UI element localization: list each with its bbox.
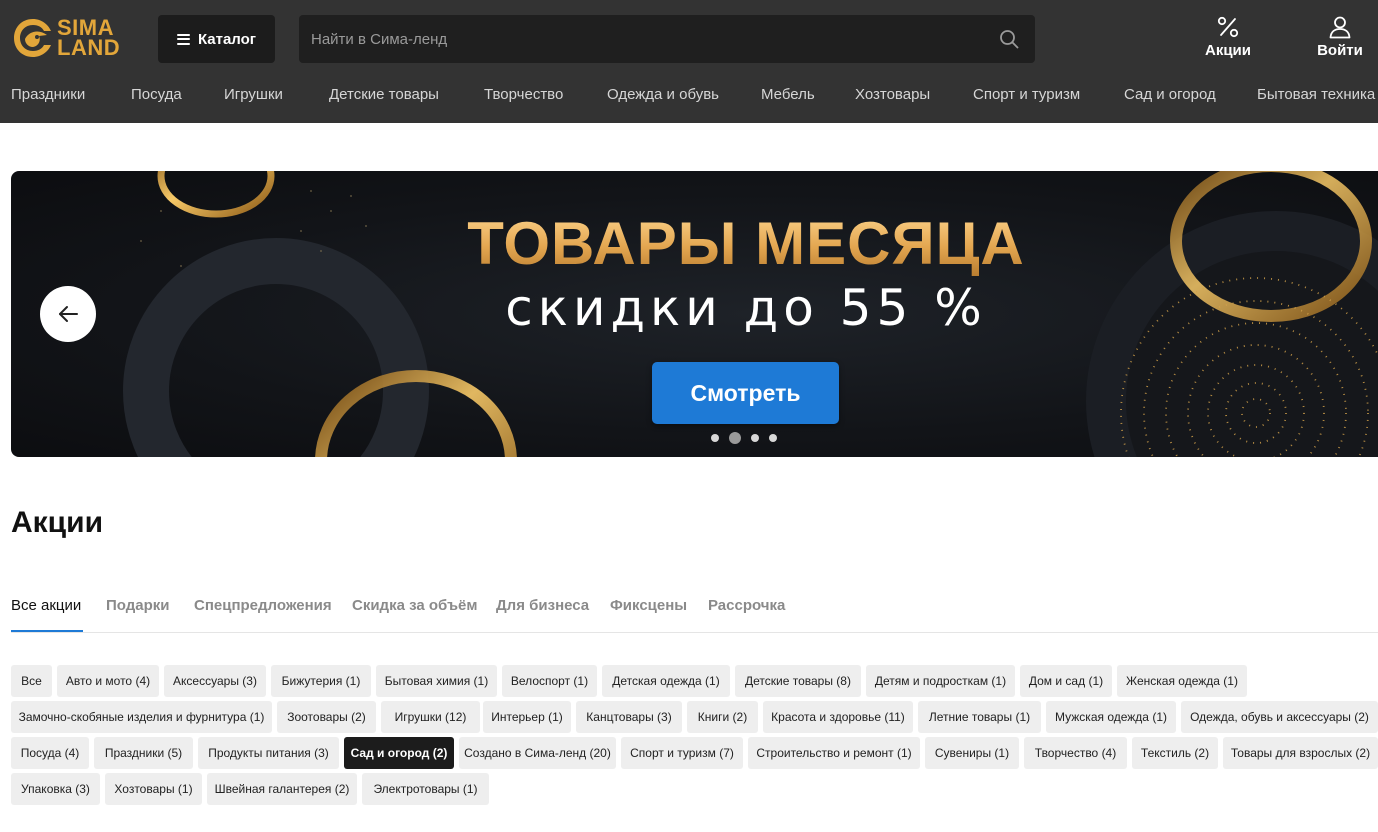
login-label: Войти — [1317, 42, 1363, 59]
nav-item-sport[interactable]: Спорт и туризм — [973, 86, 1080, 103]
chip[interactable]: Мужская одежда (1) — [1046, 701, 1176, 733]
chip[interactable]: Бижутерия (1) — [271, 665, 371, 697]
chip[interactable]: Бытовая химия (1) — [376, 665, 497, 697]
chip[interactable]: Упаковка (3) — [11, 773, 100, 805]
nav-item-holidays[interactable]: Праздники — [11, 86, 85, 103]
chip[interactable]: Игрушки (12) — [381, 701, 480, 733]
banner-title: ТОВАРЫ МЕСЯЦА — [11, 209, 1378, 278]
nav-item-furniture[interactable]: Мебель — [761, 86, 815, 103]
chip[interactable]: Электротовары (1) — [362, 773, 489, 805]
chip[interactable]: Все — [11, 665, 52, 697]
chip[interactable]: Интерьер (1) — [483, 701, 571, 733]
banner-subtitle: скидки до 55 % — [505, 279, 987, 337]
logo-text-bottom: LAND — [57, 35, 121, 60]
banner-dot-2[interactable] — [729, 432, 741, 444]
search-icon[interactable] — [999, 29, 1019, 49]
chip[interactable]: Создано в Сима-ленд (20) — [459, 737, 616, 769]
catalog-button[interactable]: Каталог — [158, 15, 275, 63]
tab-fixed-prices[interactable]: Фиксцены — [610, 597, 687, 614]
promotions-link[interactable]: Акции — [1198, 14, 1258, 64]
promo-banner[interactable]: ТОВАРЫ МЕСЯЦА скидки до 55 % Смотреть — [11, 171, 1378, 457]
nav-item-crafts[interactable]: Творчество — [484, 86, 563, 103]
chip[interactable]: Книги (2) — [687, 701, 758, 733]
arrow-left-icon — [59, 306, 78, 322]
banner-dot-1[interactable] — [711, 434, 719, 442]
active-tab-indicator — [11, 630, 83, 632]
nav-item-kids[interactable]: Детские товары — [329, 86, 439, 103]
banner-pagination — [711, 432, 777, 444]
chip[interactable]: Зоотовары (2) — [277, 701, 376, 733]
search-input[interactable] — [299, 15, 979, 63]
page-title: Акции — [11, 506, 104, 539]
chip[interactable]: Детям и подросткам (1) — [866, 665, 1015, 697]
search-bar — [299, 15, 1035, 63]
chip[interactable]: Продукты питания (3) — [198, 737, 339, 769]
banner-prev-button[interactable] — [40, 286, 96, 342]
chip[interactable]: Детские товары (8) — [735, 665, 861, 697]
chip[interactable]: Посуда (4) — [11, 737, 89, 769]
chip[interactable]: Сувениры (1) — [925, 737, 1019, 769]
nav-item-clothing[interactable]: Одежда и обувь — [607, 86, 719, 103]
chip[interactable]: Спорт и туризм (7) — [621, 737, 743, 769]
chip[interactable]: Хозтовары (1) — [105, 773, 202, 805]
promo-tabs: Все акции Подарки Спецпредложения Скидка… — [11, 594, 1378, 633]
site-header: SIMA LAND Каталог Акции — [0, 0, 1378, 123]
chip[interactable]: Швейная галантерея (2) — [207, 773, 357, 805]
tab-installments[interactable]: Рассрочка — [708, 597, 785, 614]
catalog-button-label: Каталог — [197, 30, 257, 48]
logo-bird-icon — [14, 19, 51, 57]
chip[interactable]: Одежда, обувь и аксессуары (2) — [1181, 701, 1378, 733]
chip[interactable]: Текстиль (2) — [1132, 737, 1218, 769]
chip[interactable]: Красота и здоровье (11) — [763, 701, 913, 733]
nav-item-dishes[interactable]: Посуда — [131, 86, 182, 103]
banner-dot-4[interactable] — [769, 434, 777, 442]
category-nav: Праздники Посуда Игрушки Детские товары … — [0, 82, 1378, 110]
chip[interactable]: Творчество (4) — [1024, 737, 1127, 769]
chip-active[interactable]: Сад и огород (2) — [344, 737, 454, 769]
chip[interactable]: Строительство и ремонт (1) — [748, 737, 920, 769]
chip[interactable]: Аксессуары (3) — [164, 665, 266, 697]
chip[interactable]: Дом и сад (1) — [1020, 665, 1112, 697]
nav-item-appliances[interactable]: Бытовая техника — [1257, 86, 1375, 103]
chip[interactable]: Товары для взрослых (2) — [1223, 737, 1378, 769]
chip[interactable]: Канцтовары (3) — [576, 701, 682, 733]
tab-for-business[interactable]: Для бизнеса — [496, 597, 589, 614]
tab-all-promos[interactable]: Все акции — [11, 597, 81, 614]
tab-special-offers[interactable]: Спецпредложения — [194, 597, 332, 614]
menu-icon — [176, 33, 190, 45]
nav-item-household[interactable]: Хозтовары — [855, 86, 930, 103]
login-link[interactable]: Войти — [1310, 14, 1370, 64]
chip[interactable]: Праздники (5) — [94, 737, 193, 769]
chip[interactable]: Детская одежда (1) — [602, 665, 730, 697]
chip[interactable]: Женская одежда (1) — [1117, 665, 1247, 697]
nav-item-garden[interactable]: Сад и огород — [1124, 86, 1216, 103]
sima-land-logo[interactable]: SIMA LAND — [11, 12, 131, 64]
chip[interactable]: Велоспорт (1) — [502, 665, 597, 697]
tab-gifts[interactable]: Подарки — [106, 597, 170, 614]
banner-dot-3[interactable] — [751, 434, 759, 442]
promotions-label: Акции — [1204, 42, 1251, 59]
chip[interactable]: Авто и мото (4) — [57, 665, 159, 697]
percent-icon — [1217, 16, 1239, 38]
nav-item-toys[interactable]: Игрушки — [224, 86, 283, 103]
tab-volume-discount[interactable]: Скидка за объём — [352, 597, 477, 614]
user-icon — [1329, 16, 1351, 39]
chip[interactable]: Замочно-скобяные изделия и фурнитура (1) — [11, 701, 272, 733]
chip[interactable]: Летние товары (1) — [918, 701, 1041, 733]
banner-view-button[interactable]: Смотреть — [652, 362, 839, 424]
